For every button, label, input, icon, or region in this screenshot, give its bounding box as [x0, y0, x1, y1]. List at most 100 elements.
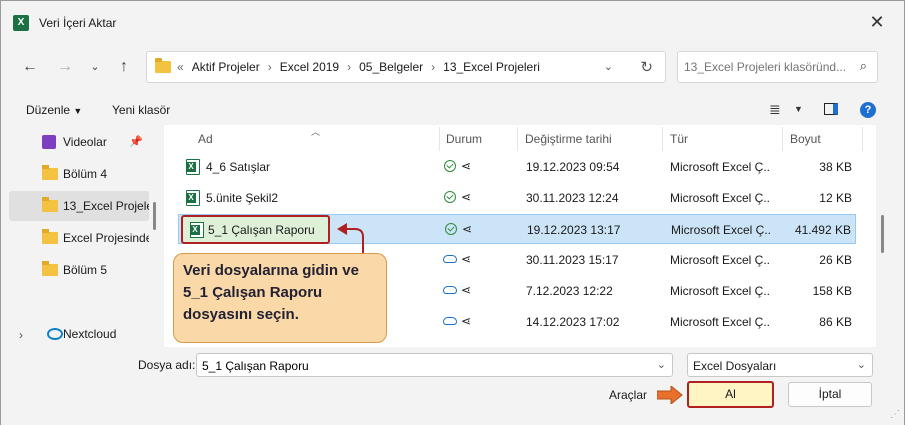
breadcrumb: « Aktif Projeler › Excel 2019 › 05_Belge…: [177, 60, 540, 74]
tools-button[interactable]: Araçlar: [609, 388, 647, 402]
share-icon: ⋖: [461, 159, 472, 173]
file-type: Microsoft Excel Ç...: [670, 253, 770, 267]
excel-file-icon: [186, 159, 200, 175]
organize-button[interactable]: Düzenle ▼: [26, 103, 82, 117]
file-row[interactable]: 5.ünite Şekil2 ⋖ 30.11.2023 12:24 Micros…: [178, 183, 856, 213]
address-bar[interactable]: « Aktif Projeler › Excel 2019 › 05_Belge…: [146, 51, 666, 83]
excel-file-icon: [190, 222, 204, 238]
filetype-value: Excel Dosyaları: [693, 359, 777, 373]
file-name: 5.ünite Şekil2: [206, 191, 279, 205]
filename-input[interactable]: [202, 358, 642, 374]
search-input[interactable]: [684, 58, 849, 76]
sidebar-item-bolum-4[interactable]: Bölüm 4: [9, 159, 149, 189]
filetype-dropdown-icon[interactable]: ⌄: [857, 358, 866, 371]
sidebar-item-bolum-5[interactable]: Bölüm 5: [9, 255, 149, 285]
filename-dropdown-icon[interactable]: ⌄: [657, 358, 666, 371]
breadcrumb-overflow[interactable]: «: [177, 60, 184, 74]
resize-grip-icon[interactable]: ⋰: [890, 409, 900, 420]
video-folder-icon: [42, 135, 56, 149]
column-divider[interactable]: [662, 127, 663, 151]
file-list-scrollbar[interactable]: [881, 215, 884, 253]
sidebar-item-label: Bölüm 4: [63, 167, 108, 181]
sidebar-item-label: 13_Excel Projeleri: [63, 199, 149, 213]
up-arrow-icon[interactable]: ↑: [114, 57, 134, 77]
filetype-select[interactable]: Excel Dosyaları ⌄: [687, 353, 873, 377]
column-header-modified[interactable]: Değiştirme tarihi: [525, 132, 612, 146]
view-dropdown-icon[interactable]: ▼: [794, 104, 803, 114]
close-button[interactable]: ✕: [859, 7, 895, 37]
breadcrumb-item[interactable]: Excel 2019: [280, 60, 339, 74]
recent-locations-chevron-icon[interactable]: ⌄: [85, 57, 105, 77]
file-type: Microsoft Excel Ç...: [670, 315, 770, 329]
breadcrumb-item[interactable]: Aktif Projeler: [192, 60, 260, 74]
file-type: Microsoft Excel Ç...: [670, 191, 770, 205]
share-icon: ⋖: [461, 252, 472, 266]
column-header-name[interactable]: Ad: [198, 132, 213, 146]
sidebar-item-label: Excel Projesinde: [63, 231, 149, 245]
cloud-status-icon: [443, 255, 457, 263]
refresh-icon[interactable]: ↻: [640, 58, 653, 76]
callout-line: dosyasını seçin.: [183, 306, 299, 323]
breadcrumb-separator[interactable]: ›: [268, 60, 272, 74]
folder-icon: [42, 261, 58, 276]
column-divider[interactable]: [439, 127, 440, 151]
column-divider[interactable]: [862, 127, 863, 151]
new-folder-button[interactable]: Yeni klasör: [112, 103, 170, 117]
share-icon: ⋖: [462, 222, 473, 236]
file-size: 38 KB: [819, 160, 852, 174]
open-button[interactable]: Al: [687, 381, 774, 408]
pin-icon: 📌: [129, 136, 143, 148]
file-row[interactable]: 4_6 Satışlar ⋖ 19.12.2023 09:54 Microsof…: [178, 152, 856, 182]
preview-pane-icon[interactable]: [824, 103, 838, 115]
search-box[interactable]: ⌕: [677, 51, 878, 83]
view-options-icon[interactable]: ≣: [769, 101, 781, 118]
folder-icon: [42, 197, 58, 212]
folder-icon: [155, 58, 171, 73]
expand-chevron-icon[interactable]: ›: [19, 328, 23, 342]
file-modified: 30.11.2023 15:17: [526, 253, 619, 267]
share-icon: ⋖: [461, 190, 472, 204]
instruction-callout: Veri dosyalarına gidin ve 5_1 Çalışan Ra…: [173, 253, 387, 343]
file-modified: 7.12.2023 12:22: [526, 284, 613, 298]
title-bar: X Veri İçeri Aktar ✕: [1, 1, 904, 45]
breadcrumb-separator[interactable]: ›: [347, 60, 351, 74]
sidebar-item-videos[interactable]: Videolar 📌: [9, 127, 149, 157]
sidebar-item-excel-projesinde[interactable]: Excel Projesinde: [9, 223, 149, 253]
breadcrumb-item[interactable]: 05_Belgeler: [359, 60, 423, 74]
file-size: 86 KB: [819, 315, 852, 329]
folder-icon: [42, 165, 58, 180]
cancel-button[interactable]: İptal: [788, 382, 872, 407]
search-icon[interactable]: ⌕: [860, 58, 867, 74]
column-divider[interactable]: [782, 127, 783, 151]
sidebar-scrollbar[interactable]: [153, 202, 156, 230]
highlighted-file-annotation[interactable]: 5_1 Çalışan Raporu: [181, 215, 330, 244]
file-type: Microsoft Excel Ç...: [670, 284, 770, 298]
filename-field[interactable]: ⌄: [196, 353, 673, 377]
address-dropdown-icon[interactable]: ⌄: [604, 60, 613, 73]
organize-dropdown-icon: ▼: [73, 106, 83, 116]
breadcrumb-separator[interactable]: ›: [431, 60, 435, 74]
organize-label: Düzenle: [26, 103, 71, 117]
callout-line: 5_1 Çalışan Raporu: [183, 284, 323, 301]
column-divider[interactable]: [517, 127, 518, 151]
file-type: Microsoft Excel Ç...: [671, 223, 771, 237]
synced-status-icon: [444, 160, 456, 172]
column-header-status[interactable]: Durum: [446, 132, 482, 146]
file-type: Microsoft Excel Ç...: [670, 160, 770, 174]
file-size: 12 KB: [819, 191, 852, 205]
callout-line: Veri dosyalarına gidin ve: [183, 262, 359, 279]
sidebar-item-label: Nextcloud: [63, 327, 117, 341]
synced-status-icon: [444, 191, 456, 203]
breadcrumb-item[interactable]: 13_Excel Projeleri: [443, 60, 540, 74]
column-header-type[interactable]: Tür: [670, 132, 688, 146]
synced-status-icon: [445, 223, 457, 235]
excel-file-icon: [186, 190, 200, 206]
import-dialog: X Veri İçeri Aktar ✕ ← → ⌄ ↑ « Aktif Pro…: [0, 0, 905, 425]
nextcloud-icon: [47, 328, 63, 340]
help-icon[interactable]: ?: [860, 102, 876, 118]
sidebar-item-nextcloud[interactable]: Nextcloud: [9, 319, 149, 349]
forward-arrow-icon[interactable]: →: [55, 57, 75, 77]
back-arrow-icon[interactable]: ←: [20, 57, 40, 77]
column-header-size[interactable]: Boyut: [790, 132, 821, 146]
sidebar-item-13-excel-projeleri[interactable]: 13_Excel Projeleri: [9, 191, 149, 221]
